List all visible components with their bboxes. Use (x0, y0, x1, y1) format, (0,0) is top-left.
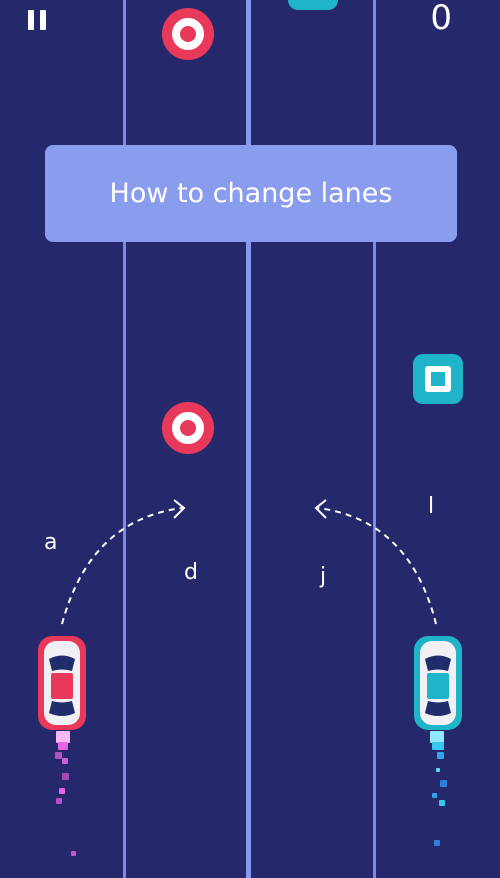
left-arrow-head (173, 499, 186, 519)
left-arrow-path (61, 507, 183, 625)
right-arrow-path (317, 507, 437, 625)
red-car (38, 636, 86, 730)
game-stage: 0 How to change lanes a d j l (0, 0, 500, 878)
key-label-l: l (428, 494, 435, 519)
key-label-d: d (184, 560, 198, 585)
key-label-j: j (320, 564, 327, 589)
lane-change-arrows (61, 499, 437, 625)
blue-car (414, 636, 462, 730)
key-label-a: a (44, 530, 58, 555)
